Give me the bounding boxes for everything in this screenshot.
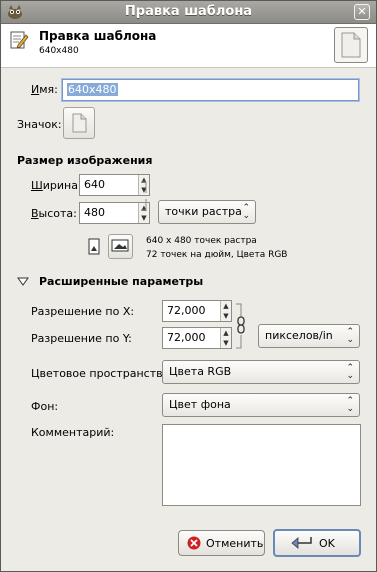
window-title: Правка шаблона [124,4,253,19]
portrait-icon [88,238,100,255]
res-units-value: пикселов/in [265,329,333,342]
yres-value: 72,000 [167,331,206,344]
xres-input[interactable]: 72,000 ▲ ▼ [162,300,232,322]
combo-arrows-icon: ⌃ ⌄ [346,396,354,414]
advanced-heading-text: Расширенные параметры [39,275,204,288]
height-input[interactable]: 480 ▲ ▼ [79,202,150,224]
comment-label: Комментарий: [31,426,115,439]
name-label: Имя: [31,83,58,96]
colorspace-combo[interactable]: Цвета RGB ⌃ ⌄ [162,360,360,384]
edit-template-icon [10,31,29,49]
header-subtitle: 640x480 [39,46,79,56]
advanced-heading[interactable]: Расширенные параметры [39,275,203,288]
xres-spinner[interactable]: ▲ ▼ [220,301,231,321]
resolution-chain-icon[interactable] [235,303,247,349]
height-value: 480 [84,206,105,219]
landscape-button[interactable] [108,234,133,259]
xres-value: 72,000 [167,304,206,317]
blank-page-icon [341,32,361,58]
width-label: Ширина: [31,179,82,192]
combo-arrows-icon: ⌃ ⌄ [346,327,354,345]
name-input-value: 640x480 [67,83,118,96]
spin-up-icon[interactable]: ▲ [221,328,231,338]
combo-arrows-icon: ⌃ ⌄ [346,363,354,381]
close-icon[interactable]: ✕ [354,4,370,20]
size-units-value: точки растра [165,205,242,218]
cancel-icon [187,536,201,550]
spin-down-icon[interactable]: ▼ [221,311,231,321]
xres-label: Разрешение по X: [31,305,135,318]
yres-spinner[interactable]: ▲ ▼ [220,328,231,348]
spin-down-icon[interactable]: ▼ [139,213,149,223]
name-input[interactable]: 640x480 [62,79,359,101]
yres-input[interactable]: 72,000 ▲ ▼ [162,327,232,349]
icon-label: Значок: [17,118,62,131]
icon-chooser-button[interactable] [63,107,95,139]
spin-down-icon[interactable]: ▼ [221,338,231,348]
template-preview [334,27,368,63]
fill-value: Цвет фона [169,398,231,411]
landscape-icon [111,239,129,252]
width-value: 640 [84,178,105,191]
header-title: Правка шаблона [39,29,157,43]
combo-arrows-icon: ⌃ ⌄ [242,203,250,221]
ok-label: OK [319,537,335,550]
res-units-combo[interactable]: пикселов/in ⌃ ⌄ [258,324,360,348]
size-info-line2: 72 точек на дюйм, Цвета RGB [146,250,288,260]
size-units-combo[interactable]: точки растра ⌃ ⌄ [158,200,256,224]
blank-page-icon [72,113,87,133]
dialog-header: Правка шаблона 640x480 [1,24,376,68]
colorspace-value: Цвета RGB [169,365,232,378]
dialog-window: Правка шаблона ✕ Правка шаблона 640x480 … [0,0,377,572]
comment-textarea[interactable] [162,424,361,506]
cancel-button[interactable]: Отменить [178,530,265,556]
width-input[interactable]: 640 ▲ ▼ [79,174,150,196]
portrait-button[interactable] [85,237,103,257]
image-size-heading: Размер изображения [17,154,153,167]
cancel-label: Отменить [206,537,264,550]
spin-up-icon[interactable]: ▲ [221,301,231,311]
title-bar[interactable]: Правка шаблона ✕ [1,1,376,24]
yres-label: Разрешение по Y: [31,332,132,345]
enter-arrow-icon [291,537,312,549]
colorspace-label: Цветовое пространство: [31,367,174,380]
ok-button[interactable]: OK [273,529,361,557]
height-label: Высота: [31,207,77,220]
expander-arrow-icon[interactable] [17,277,29,287]
size-info-line1: 640 x 480 точек растра [146,236,257,246]
fill-combo[interactable]: Цвет фона ⌃ ⌄ [162,393,360,417]
size-chain-bracket [141,181,147,211]
fill-label: Фон: [31,400,59,413]
